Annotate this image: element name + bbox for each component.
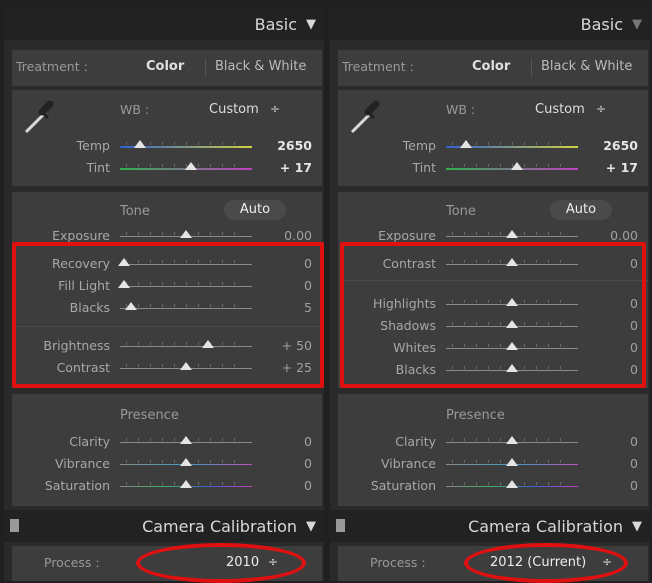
treatment-divider xyxy=(531,58,532,76)
collapse-triangle-icon[interactable]: ▼ xyxy=(632,17,642,32)
temp-slider-knob[interactable] xyxy=(133,140,146,148)
presence-label: Presence xyxy=(120,408,179,423)
temp-slider-knob[interactable] xyxy=(459,140,472,148)
collapse-triangle-icon[interactable]: ▼ xyxy=(306,17,316,32)
slider-value[interactable]: 0 xyxy=(630,478,638,493)
wb-section: WB : Custom ÷ Temp 2650 Tint + 17 xyxy=(12,90,322,186)
treatment-bw-button[interactable]: Black & White xyxy=(541,59,632,74)
basic-panel-header[interactable]: Basic ▼ xyxy=(4,8,324,40)
tint-label: Tint xyxy=(412,160,436,175)
panel-switch-icon[interactable] xyxy=(10,519,19,532)
auto-tone-button[interactable]: Auto xyxy=(550,200,612,220)
wb-section: WB : Custom ÷ Temp 2650 Tint + 17 xyxy=(338,90,648,186)
temp-value[interactable]: 2650 xyxy=(277,138,312,153)
exposure-label: Exposure xyxy=(52,228,110,243)
treatment-label: Treatment : xyxy=(342,59,414,74)
collapse-triangle-icon[interactable]: ▼ xyxy=(632,519,642,534)
slider-row: Vibrance 0 xyxy=(338,454,648,474)
slider-label: Clarity xyxy=(69,434,110,449)
tint-value[interactable]: + 17 xyxy=(606,160,638,175)
slider-label: Clarity xyxy=(395,434,436,449)
treatment-row: Treatment : Color Black & White xyxy=(338,50,648,86)
tint-label: Tint xyxy=(86,160,110,175)
treatment-color-button[interactable]: Color xyxy=(146,59,184,74)
highlight-oval xyxy=(136,543,306,583)
slider-label: Saturation xyxy=(370,478,436,493)
basic-panel-title: Basic xyxy=(580,14,623,34)
exposure-value[interactable]: 0.00 xyxy=(284,228,312,243)
wb-label: WB : xyxy=(446,102,476,117)
wb-select[interactable]: Custom xyxy=(535,102,585,117)
slider-knob[interactable] xyxy=(180,436,192,444)
tint-row: Tint + 17 xyxy=(12,158,322,178)
slider-value[interactable]: 0 xyxy=(630,434,638,449)
camera-calibration-title: Camera Calibration xyxy=(142,516,297,536)
tint-row: Tint + 17 xyxy=(338,158,648,178)
develop-panel-right: Basic ▼ Treatment : Color Black & White … xyxy=(330,8,650,583)
process-label: Process : xyxy=(370,555,426,570)
auto-tone-button[interactable]: Auto xyxy=(224,200,286,220)
temp-row: Temp 2650 xyxy=(12,136,322,156)
panel-switch-icon[interactable] xyxy=(336,519,345,532)
slider-value[interactable]: 0 xyxy=(304,434,312,449)
temp-value[interactable]: 2650 xyxy=(603,138,638,153)
exposure-slider-knob[interactable] xyxy=(180,230,192,238)
slider-knob[interactable] xyxy=(506,480,518,488)
highlight-box xyxy=(12,242,324,388)
wb-label: WB : xyxy=(120,102,150,117)
temp-label: Temp xyxy=(402,138,436,153)
temp-label: Temp xyxy=(76,138,110,153)
tone-label: Tone xyxy=(120,204,150,219)
slider-value[interactable]: 0 xyxy=(630,456,638,471)
slider-value[interactable]: 0 xyxy=(304,478,312,493)
slider-label: Saturation xyxy=(44,478,110,493)
slider-row: Saturation 0 xyxy=(12,476,322,496)
slider-knob[interactable] xyxy=(180,480,192,488)
tint-slider-knob[interactable] xyxy=(185,162,198,170)
eyedropper-icon[interactable] xyxy=(22,100,58,136)
exposure-slider-knob[interactable] xyxy=(506,230,518,238)
develop-panel-left: Basic ▼ Treatment : Color Black & White … xyxy=(4,8,324,583)
camera-calibration-header[interactable]: Camera Calibration ▼ xyxy=(4,510,324,542)
wb-select[interactable]: Custom xyxy=(209,102,259,117)
slider-knob[interactable] xyxy=(506,436,518,444)
treatment-color-button[interactable]: Color xyxy=(472,59,510,74)
collapse-triangle-icon[interactable]: ▼ xyxy=(306,519,316,534)
slider-row: Vibrance 0 xyxy=(12,454,322,474)
highlight-oval xyxy=(464,543,628,583)
slider-row: Clarity 0 xyxy=(12,432,322,452)
exposure-label: Exposure xyxy=(378,228,436,243)
slider-value[interactable]: 0 xyxy=(304,456,312,471)
presence-label: Presence xyxy=(446,408,505,423)
wb-arrows-icon[interactable]: ÷ xyxy=(270,102,280,116)
basic-panel-title: Basic xyxy=(254,14,297,34)
slider-knob[interactable] xyxy=(506,458,518,466)
wb-arrows-icon[interactable]: ÷ xyxy=(596,102,606,116)
treatment-bw-button[interactable]: Black & White xyxy=(215,59,306,74)
slider-row: Clarity 0 xyxy=(338,432,648,452)
tint-value[interactable]: + 17 xyxy=(280,160,312,175)
treatment-label: Treatment : xyxy=(16,59,88,74)
slider-knob[interactable] xyxy=(180,458,192,466)
camera-calibration-title: Camera Calibration xyxy=(468,516,623,536)
temp-row: Temp 2650 xyxy=(338,136,648,156)
slider-row: Saturation 0 xyxy=(338,476,648,496)
basic-panel-header[interactable]: Basic ▼ xyxy=(330,8,650,40)
highlight-box xyxy=(340,242,646,388)
tint-slider-knob[interactable] xyxy=(511,162,524,170)
slider-label: Vibrance xyxy=(55,456,110,471)
slider-label: Vibrance xyxy=(381,456,436,471)
presence-section: Presence Clarity 0 Vibrance 0 Saturation… xyxy=(338,394,648,506)
treatment-row: Treatment : Color Black & White xyxy=(12,50,322,86)
exposure-value[interactable]: 0.00 xyxy=(610,228,638,243)
process-label: Process : xyxy=(44,555,100,570)
tone-label: Tone xyxy=(446,204,476,219)
eyedropper-icon[interactable] xyxy=(348,100,384,136)
camera-calibration-header[interactable]: Camera Calibration ▼ xyxy=(330,510,650,542)
treatment-divider xyxy=(205,58,206,76)
presence-section: Presence Clarity 0 Vibrance 0 Saturation… xyxy=(12,394,322,506)
